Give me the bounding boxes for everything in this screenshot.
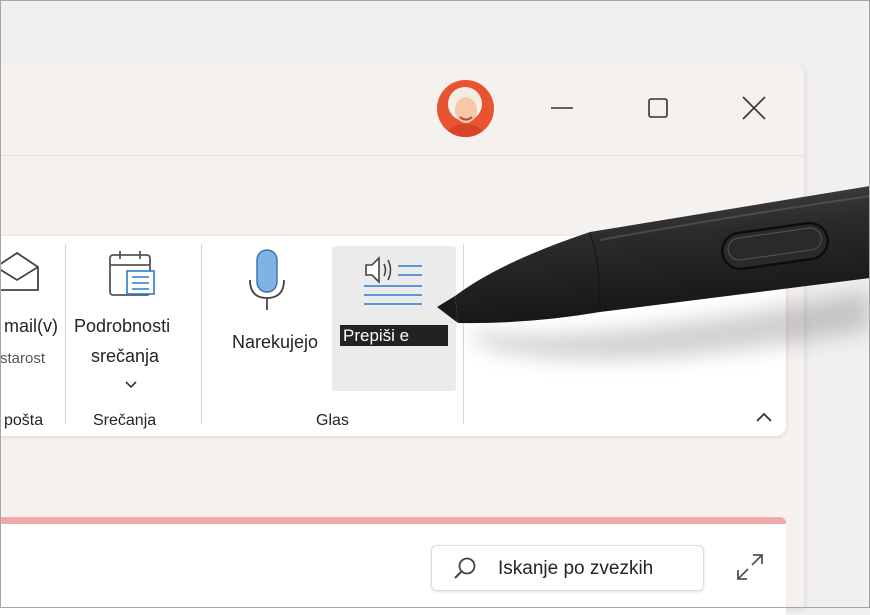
chevron-down-icon <box>125 381 137 389</box>
transcribe-icon <box>364 256 422 305</box>
ribbon-separator <box>463 244 464 424</box>
meeting-details-label-line2: srečanja <box>91 346 160 366</box>
collapse-ribbon-button[interactable] <box>752 406 776 430</box>
maximize-icon <box>648 98 668 118</box>
mail-sublabel: starost <box>0 350 46 367</box>
search-box[interactable] <box>431 545 704 591</box>
close-icon <box>742 96 766 120</box>
ribbon-separator <box>201 244 202 424</box>
group-label-voice: Glas <box>316 412 349 429</box>
transcribe-label: Prepiši e <box>340 325 448 346</box>
close-button[interactable] <box>738 92 770 124</box>
ribbon-separator <box>65 244 66 424</box>
ribbon: mail(v) starost pošta Podrobnosti srečan… <box>0 236 786 436</box>
microphone-icon <box>249 249 285 310</box>
mail-label: mail(v) <box>4 316 58 336</box>
search-input[interactable] <box>496 555 700 583</box>
chevron-up-icon <box>756 412 772 422</box>
calendar-details-icon <box>109 251 155 296</box>
transcribe-button[interactable] <box>332 246 456 391</box>
meeting-details-label-line1: Podrobnosti <box>74 316 171 336</box>
dictate-label: Narekujejo <box>232 332 319 352</box>
group-label-meetings: Srečanja <box>93 412 157 429</box>
search-icon <box>454 557 476 579</box>
expand-icon[interactable] <box>734 551 766 583</box>
user-avatar[interactable] <box>437 80 494 137</box>
title-bar <box>0 62 804 156</box>
avatar-image <box>437 80 494 137</box>
maximize-button[interactable] <box>642 92 674 124</box>
group-label-mail: pošta <box>4 412 44 429</box>
minimize-button[interactable] <box>546 92 578 124</box>
minimize-icon <box>551 107 573 109</box>
envelope-icon <box>0 251 39 291</box>
